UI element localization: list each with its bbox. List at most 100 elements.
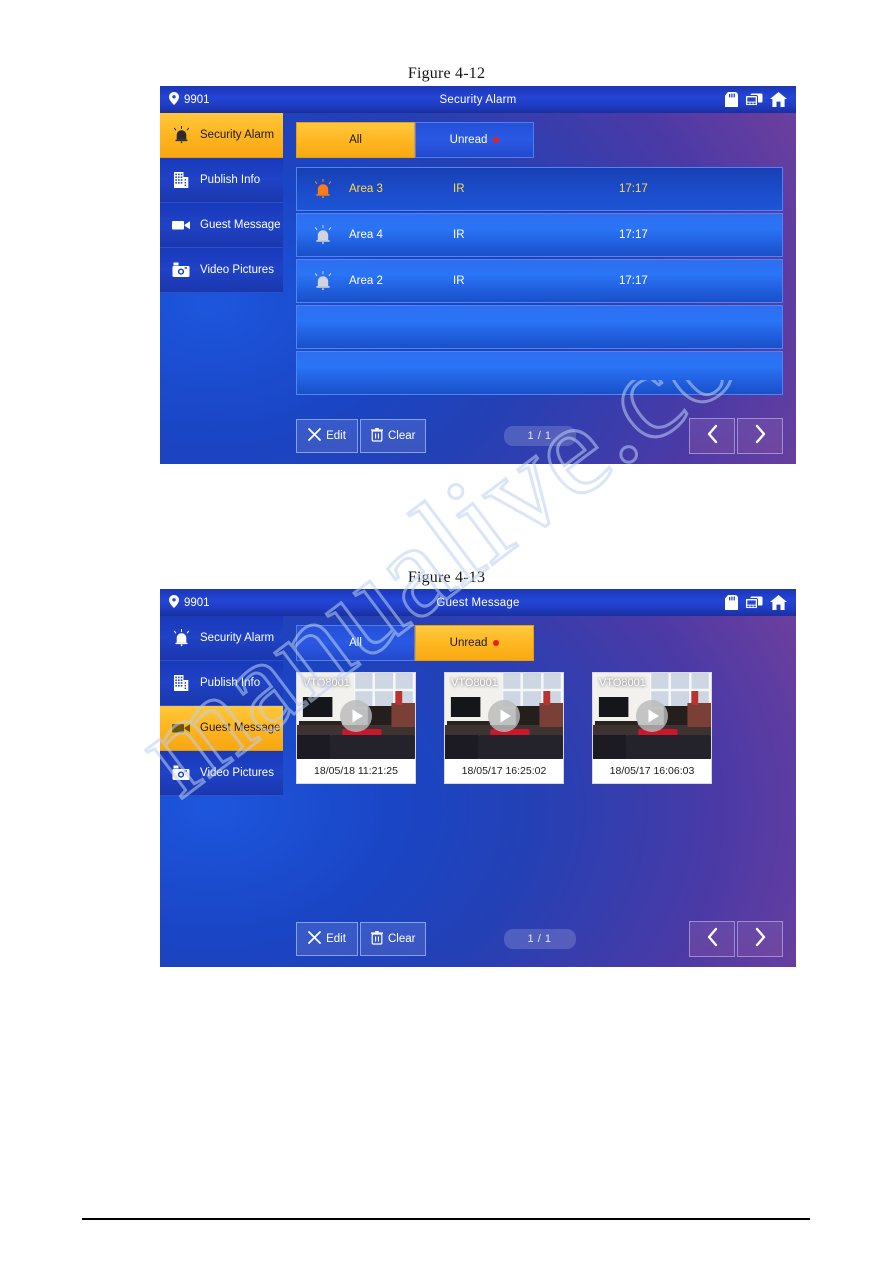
tab-all[interactable]: All [296, 122, 415, 158]
figure-caption-2: Figure 4-13 [407, 569, 486, 586]
message-thumbnail-grid: VTO8001 18/05/18 11:21:25 VTO8001 18/05/… [296, 672, 783, 784]
location-pin-icon [169, 91, 179, 108]
unlock-device-icon[interactable] [745, 92, 763, 107]
table-row[interactable] [296, 305, 783, 349]
titlebar-icons [725, 92, 787, 107]
tab-label: All [349, 637, 362, 649]
chevron-right-icon [754, 424, 767, 449]
page-indicator: 1 / 1 [503, 426, 576, 446]
bell-alarm-icon [297, 178, 349, 200]
message-timestamp: 18/05/17 16:06:03 [593, 759, 711, 783]
sidebar-navigation: Security Alarm Publish Info Guest Messag… [160, 113, 283, 464]
row-time: 17:17 [619, 183, 648, 195]
row-type: IR [453, 229, 465, 241]
filter-tabs: All Unread [296, 122, 783, 158]
building-grid-icon [171, 170, 191, 190]
bell-alarm-icon [297, 224, 349, 246]
edit-button[interactable]: Edit [296, 922, 358, 956]
screen-body: Security Alarm Publish Info Guest Messag… [160, 113, 796, 464]
bottom-toolbar: Edit Clear 1 / 1 [296, 417, 783, 455]
tab-label: All [349, 134, 362, 146]
sidebar-item-label: Security Alarm [200, 632, 275, 644]
clear-button[interactable]: Clear [360, 922, 427, 956]
list-item[interactable]: VTO8001 18/05/17 16:06:03 [592, 672, 712, 784]
tab-all[interactable]: All [296, 625, 415, 661]
clear-label: Clear [388, 430, 416, 442]
clear-button[interactable]: Clear [360, 419, 427, 453]
room-indicator: 9901 [169, 91, 210, 108]
sidebar-item-publish-info[interactable]: Publish Info [160, 158, 283, 203]
content-area: All Unread [283, 113, 796, 464]
video-camera-icon [171, 215, 191, 235]
device-screen-guest-message: 9901 Guest Message Security Alarm Publis… [160, 589, 796, 967]
thumbnail-image: VTO8001 [297, 673, 415, 759]
sidebar-item-video-pictures[interactable]: Video Pictures [160, 751, 283, 796]
room-indicator: 9901 [169, 594, 210, 611]
row-area: Area 4 [349, 229, 383, 241]
sidebar-item-guest-message[interactable]: Guest Message [160, 203, 283, 248]
titlebar-icons [725, 595, 787, 610]
device-name: VTO8001 [303, 677, 350, 689]
sd-card-icon[interactable] [725, 92, 738, 107]
unread-badge-dot [493, 640, 500, 646]
prev-page-button[interactable] [689, 921, 735, 957]
unlock-device-icon[interactable] [745, 595, 763, 610]
play-circle-icon[interactable] [339, 699, 373, 733]
figure-caption-1: Figure 4-12 [407, 65, 486, 82]
list-item[interactable]: VTO8001 18/05/17 16:25:02 [444, 672, 564, 784]
home-icon[interactable] [770, 92, 787, 107]
bell-alarm-icon [297, 270, 349, 292]
bottom-toolbar: Edit Clear 1 / 1 [296, 920, 783, 958]
table-row[interactable]: Area 2 IR 17:17 [296, 259, 783, 303]
sidebar-item-label: Security Alarm [200, 129, 275, 141]
titlebar: 9901 Guest Message [160, 589, 796, 616]
thumbnail-image: VTO8001 [593, 673, 711, 759]
sidebar-item-video-pictures[interactable]: Video Pictures [160, 248, 283, 293]
location-pin-icon [169, 594, 179, 611]
row-type: IR [453, 275, 465, 287]
table-row[interactable] [296, 351, 783, 395]
chevron-left-icon [706, 424, 719, 449]
chevron-right-icon [754, 927, 767, 952]
row-area: Area 2 [349, 275, 383, 287]
tab-label: Unread [449, 134, 488, 146]
close-x-icon [308, 428, 321, 444]
device-name: VTO8001 [451, 677, 498, 689]
tab-unread[interactable]: Unread [415, 625, 534, 661]
chevron-left-icon [706, 927, 719, 952]
sd-card-icon[interactable] [725, 595, 738, 610]
table-row[interactable]: Area 3 IR 17:17 [296, 167, 783, 211]
table-row[interactable]: Area 4 IR 17:17 [296, 213, 783, 257]
device-name: VTO8001 [599, 677, 646, 689]
sidebar-item-guest-message[interactable]: Guest Message [160, 706, 283, 751]
content-area: All Unread [283, 616, 796, 967]
trash-icon [371, 427, 383, 445]
home-icon[interactable] [770, 595, 787, 610]
room-number: 9901 [184, 93, 210, 106]
sidebar-item-publish-info[interactable]: Publish Info [160, 661, 283, 706]
sidebar-item-security-alarm[interactable]: Security Alarm [160, 113, 283, 158]
next-page-button[interactable] [737, 418, 783, 454]
bell-alarm-icon [171, 628, 191, 648]
play-circle-icon[interactable] [487, 699, 521, 733]
trash-icon [371, 930, 383, 948]
pagination-controls [689, 921, 783, 957]
play-circle-icon[interactable] [635, 699, 669, 733]
page-title: Guest Message [436, 596, 520, 609]
list-item[interactable]: VTO8001 18/05/18 11:21:25 [296, 672, 416, 784]
pagination-controls [689, 418, 783, 454]
close-x-icon [308, 931, 321, 947]
edit-label: Edit [326, 933, 346, 945]
edit-button[interactable]: Edit [296, 419, 358, 453]
screen-body: Security Alarm Publish Info Guest Messag… [160, 616, 796, 967]
video-camera-icon [171, 718, 191, 738]
bell-alarm-icon [171, 125, 191, 145]
sidebar-item-security-alarm[interactable]: Security Alarm [160, 616, 283, 661]
prev-page-button[interactable] [689, 418, 735, 454]
thumbnail-image: VTO8001 [445, 673, 563, 759]
photo-camera-icon [171, 260, 191, 280]
tab-unread[interactable]: Unread [415, 122, 534, 158]
next-page-button[interactable] [737, 921, 783, 957]
sidebar-item-label: Guest Message [200, 219, 281, 231]
